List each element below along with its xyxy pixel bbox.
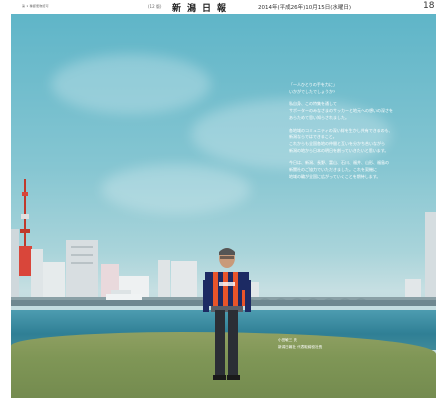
issue-date: 2014年(平成26年)10月15日(水曜日) bbox=[258, 5, 352, 11]
text-line: 新聞社のご協力でいただきました。これを契機に bbox=[289, 167, 377, 173]
text-line: 新潟ならではできること。 bbox=[289, 134, 337, 140]
postal-permit-text: 第 1 種郵便物認可 bbox=[22, 4, 49, 8]
signature-name: 小田敏三 氏 bbox=[278, 338, 298, 342]
signature-title: 新潟日報社 代表取締役社長 bbox=[278, 345, 323, 349]
text-line: 各地域のコミュニティの深い絆を生かし共有できるのも、 bbox=[289, 127, 393, 133]
paragraph-1: 「一人ひとりの手を力に」 いかがでしたでしょうか? bbox=[289, 82, 429, 95]
building bbox=[11, 229, 19, 304]
signature: 小田敏三 氏 新潟日報社 代表取締役社長 bbox=[278, 337, 322, 351]
paragraph-3: 各地域のコミュニティの深い絆を生かし共有できるのも、 新潟ならではできること。 … bbox=[289, 128, 429, 155]
message-text: 「一人ひとりの手を力に」 いかがでしたでしょうか? 私自身、この特集を通して サ… bbox=[289, 82, 429, 186]
text-line: これからも全国各地の仲間と互いを分かち合いながら bbox=[289, 140, 385, 146]
text-line: いかがでしたでしょうか? bbox=[289, 88, 336, 94]
person-in-jersey bbox=[203, 248, 251, 380]
radio-tower bbox=[18, 179, 32, 276]
text-line: 「一人ひとりの手を力に」 bbox=[289, 82, 337, 87]
page-number: 18 bbox=[423, 1, 435, 11]
text-line: 私自身、この特集を通して bbox=[289, 101, 337, 107]
paragraph-2: 私自身、この特集を通して サポーターのみなさまのサッカーと地元への想いの深さを … bbox=[289, 101, 429, 121]
edition-text: (12 版) bbox=[148, 4, 162, 9]
text-line: 今日は、新潟、長野、富山、石川、福井、山形、福島の bbox=[289, 160, 389, 166]
text-line: 新潟の地から日本の明日を創っていきたいと思います。 bbox=[289, 147, 389, 153]
text-line: あらためて思い知らされました。 bbox=[289, 114, 349, 120]
boat bbox=[106, 294, 142, 300]
text-line: サポーターのみなさまのサッカーと地元への想いの深さを bbox=[289, 108, 393, 114]
text-line: 地域の輪が全国に広がっていくことを期待します。 bbox=[289, 173, 381, 179]
paragraph-4: 今日は、新潟、長野、富山、石川、福井、山形、福島の 新聞社のご協力でいただきまし… bbox=[289, 160, 429, 180]
building bbox=[425, 212, 436, 304]
advertisement-photo: 「一人ひとりの手を力に」 いかがでしたでしょうか? 私自身、この特集を通して サ… bbox=[11, 14, 436, 398]
newspaper-name: 新潟日報 bbox=[172, 4, 233, 14]
building bbox=[66, 240, 98, 304]
newspaper-header: 第 1 種郵便物認可 (12 版) 新潟日報 2014年(平成26年)10月15… bbox=[0, 0, 447, 14]
building bbox=[31, 249, 43, 304]
